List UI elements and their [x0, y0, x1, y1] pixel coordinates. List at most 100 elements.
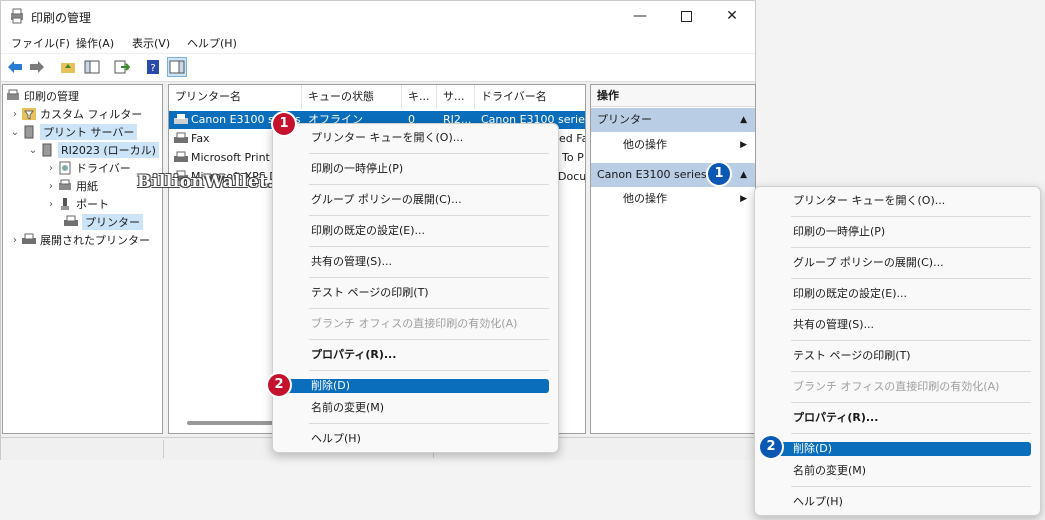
tree-item-forms[interactable]: › 用紙: [45, 177, 98, 195]
menu-item-help[interactable]: ヘルプ(H): [283, 428, 548, 450]
chevron-right-icon[interactable]: ›: [45, 199, 57, 210]
menu-help[interactable]: ヘルプ(H): [187, 35, 237, 51]
tree-label: カスタム フィルター: [40, 108, 143, 121]
menu-item-help[interactable]: ヘルプ(H): [765, 491, 1030, 513]
collapse-up-icon[interactable]: ▲: [740, 163, 747, 187]
chevron-down-icon[interactable]: ⌄: [9, 127, 21, 138]
actions-section-printers[interactable]: プリンター ▲: [591, 108, 755, 132]
menu-item-deploy-gpo[interactable]: グループ ポリシーの展開(C)...: [765, 252, 1030, 274]
actions-section-canon[interactable]: Canon E3100 series ▲: [591, 163, 755, 187]
menu-item-manage-sharing[interactable]: 共有の管理(S)...: [765, 314, 1030, 336]
menu-separator: [309, 339, 549, 340]
menu-separator: [791, 340, 1031, 341]
maximize-icon: [680, 10, 692, 22]
menu-item-pause[interactable]: 印刷の一時停止(P): [765, 221, 1030, 243]
column-header-jobs[interactable]: キ...: [402, 85, 437, 109]
tree-item-ports[interactable]: › ポート: [45, 195, 109, 213]
chevron-right-icon[interactable]: ›: [9, 109, 21, 120]
tree-item-root[interactable]: 印刷の管理: [5, 87, 79, 105]
filter-icon: [22, 108, 36, 120]
menu-separator: [791, 402, 1031, 403]
driver-name: ed Fa: [559, 132, 586, 145]
menu-separator: [791, 216, 1031, 217]
driver-name: Docu: [558, 170, 586, 183]
menu-item-properties[interactable]: プロパティ(R)...: [283, 344, 548, 366]
column-header-name[interactable]: プリンター名: [169, 85, 302, 109]
tree-item-print-servers[interactable]: ⌄ プリント サーバー: [9, 123, 138, 141]
collapse-up-icon[interactable]: ▲: [740, 108, 747, 132]
menu-view[interactable]: 表示(V): [132, 35, 170, 51]
menu-separator: [309, 423, 549, 424]
chevron-down-icon[interactable]: ⌄: [27, 145, 39, 156]
folder-up-icon: [61, 63, 75, 73]
chevron-right-icon: ▶: [740, 140, 747, 150]
export-list-button[interactable]: [112, 57, 132, 77]
chevron-right-icon[interactable]: ›: [45, 181, 57, 192]
column-header-server[interactable]: サ...: [437, 85, 475, 109]
tree-label: RI2023 (ローカル): [58, 142, 159, 158]
tree-label: 印刷の管理: [24, 90, 79, 103]
tree-label: ポート: [76, 198, 109, 211]
menu-separator: [309, 277, 549, 278]
menu-item-properties[interactable]: プロパティ(R)...: [765, 407, 1030, 429]
tree-label: プリント サーバー: [40, 124, 138, 140]
menu-item-open-queue[interactable]: プリンター キューを開く(O)...: [765, 190, 1030, 212]
context-menu-left: プリンター キューを開く(O)... 印刷の一時停止(P) グループ ポリシーの…: [272, 123, 559, 453]
actions-more-1[interactable]: 他の操作 ▶: [591, 133, 755, 157]
up-folder-button[interactable]: [58, 57, 78, 77]
menu-separator: [309, 308, 549, 309]
console-tree: 印刷の管理 › カスタム フィルター ⌄ プリント サーバー ⌄ RI2023 …: [2, 84, 163, 434]
close-button[interactable]: ✕: [709, 1, 755, 31]
chevron-right-icon[interactable]: ›: [45, 163, 57, 174]
horizontal-scrollbar[interactable]: [187, 421, 277, 425]
step-badge-1: 1: [273, 113, 295, 135]
menu-item-manage-sharing[interactable]: 共有の管理(S)...: [283, 251, 548, 273]
menu-item-printing-defaults[interactable]: 印刷の既定の設定(E)...: [765, 283, 1030, 305]
menu-item-pause[interactable]: 印刷の一時停止(P): [283, 158, 548, 180]
tree-item-custom-filters[interactable]: › カスタム フィルター: [9, 105, 142, 123]
tree-item-deployed-printers[interactable]: › 展開されたプリンター: [9, 231, 150, 249]
actions-pane: 操作 プリンター ▲ 他の操作 ▶ Canon E3100 series ▲ 他…: [590, 84, 756, 434]
menu-item-rename[interactable]: 名前の変更(M): [283, 397, 548, 419]
forward-button[interactable]: [27, 57, 47, 77]
printer-icon: [174, 151, 188, 162]
tree-item-server[interactable]: ⌄ RI2023 (ローカル): [27, 141, 159, 159]
tree-item-printers[interactable]: プリンター: [57, 213, 143, 231]
title-bar: 印刷の管理 — ✕: [1, 1, 755, 31]
tree-label: ドライバー: [76, 162, 131, 175]
export-icon: [114, 60, 130, 74]
printer-icon: [174, 114, 188, 124]
menu-item-open-queue[interactable]: プリンター キューを開く(O)...: [283, 127, 548, 149]
action-pane-icon: [169, 60, 185, 74]
minimize-button[interactable]: —: [617, 1, 663, 31]
menu-item-test-page[interactable]: テスト ページの印刷(T): [765, 345, 1030, 367]
tree-item-drivers[interactable]: › ドライバー: [45, 159, 131, 177]
step-badge-2: 2: [268, 374, 290, 396]
menu-item-branch-office: ブランチ オフィスの直接印刷の有効化(A): [793, 380, 1000, 393]
menu-file[interactable]: ファイル(F): [11, 35, 70, 51]
menu-item-delete[interactable]: 削除(D): [763, 442, 1031, 456]
menu-item-test-page[interactable]: テスト ページの印刷(T): [283, 282, 548, 304]
chevron-right-icon: ▶: [740, 194, 747, 204]
server-icon: [42, 143, 52, 157]
column-header-driver[interactable]: ドライバー名: [475, 85, 585, 109]
menu-separator: [791, 371, 1031, 372]
column-header-queue-status[interactable]: キューの状態: [302, 85, 402, 109]
chevron-right-icon[interactable]: ›: [9, 235, 21, 246]
fax-icon: [174, 132, 188, 143]
help-button[interactable]: ?: [143, 57, 163, 77]
maximize-button[interactable]: [663, 1, 709, 31]
menu-separator: [791, 433, 1031, 434]
menu-item-delete[interactable]: 削除(D): [281, 379, 549, 393]
help-icon: ?: [147, 60, 159, 74]
driver-icon: [59, 161, 71, 175]
menu-item-rename[interactable]: 名前の変更(M): [765, 460, 1030, 482]
actions-more-2[interactable]: 他の操作 ▶: [591, 187, 755, 211]
menu-item-deploy-gpo[interactable]: グループ ポリシーの展開(C)...: [283, 189, 548, 211]
menu-item-printing-defaults[interactable]: 印刷の既定の設定(E)...: [283, 220, 548, 242]
show-hide-tree-button[interactable]: [82, 57, 102, 77]
show-hide-action-pane-button[interactable]: [167, 57, 187, 77]
menu-separator: [309, 153, 549, 154]
menu-action[interactable]: 操作(A): [76, 35, 114, 51]
back-button[interactable]: [5, 57, 25, 77]
